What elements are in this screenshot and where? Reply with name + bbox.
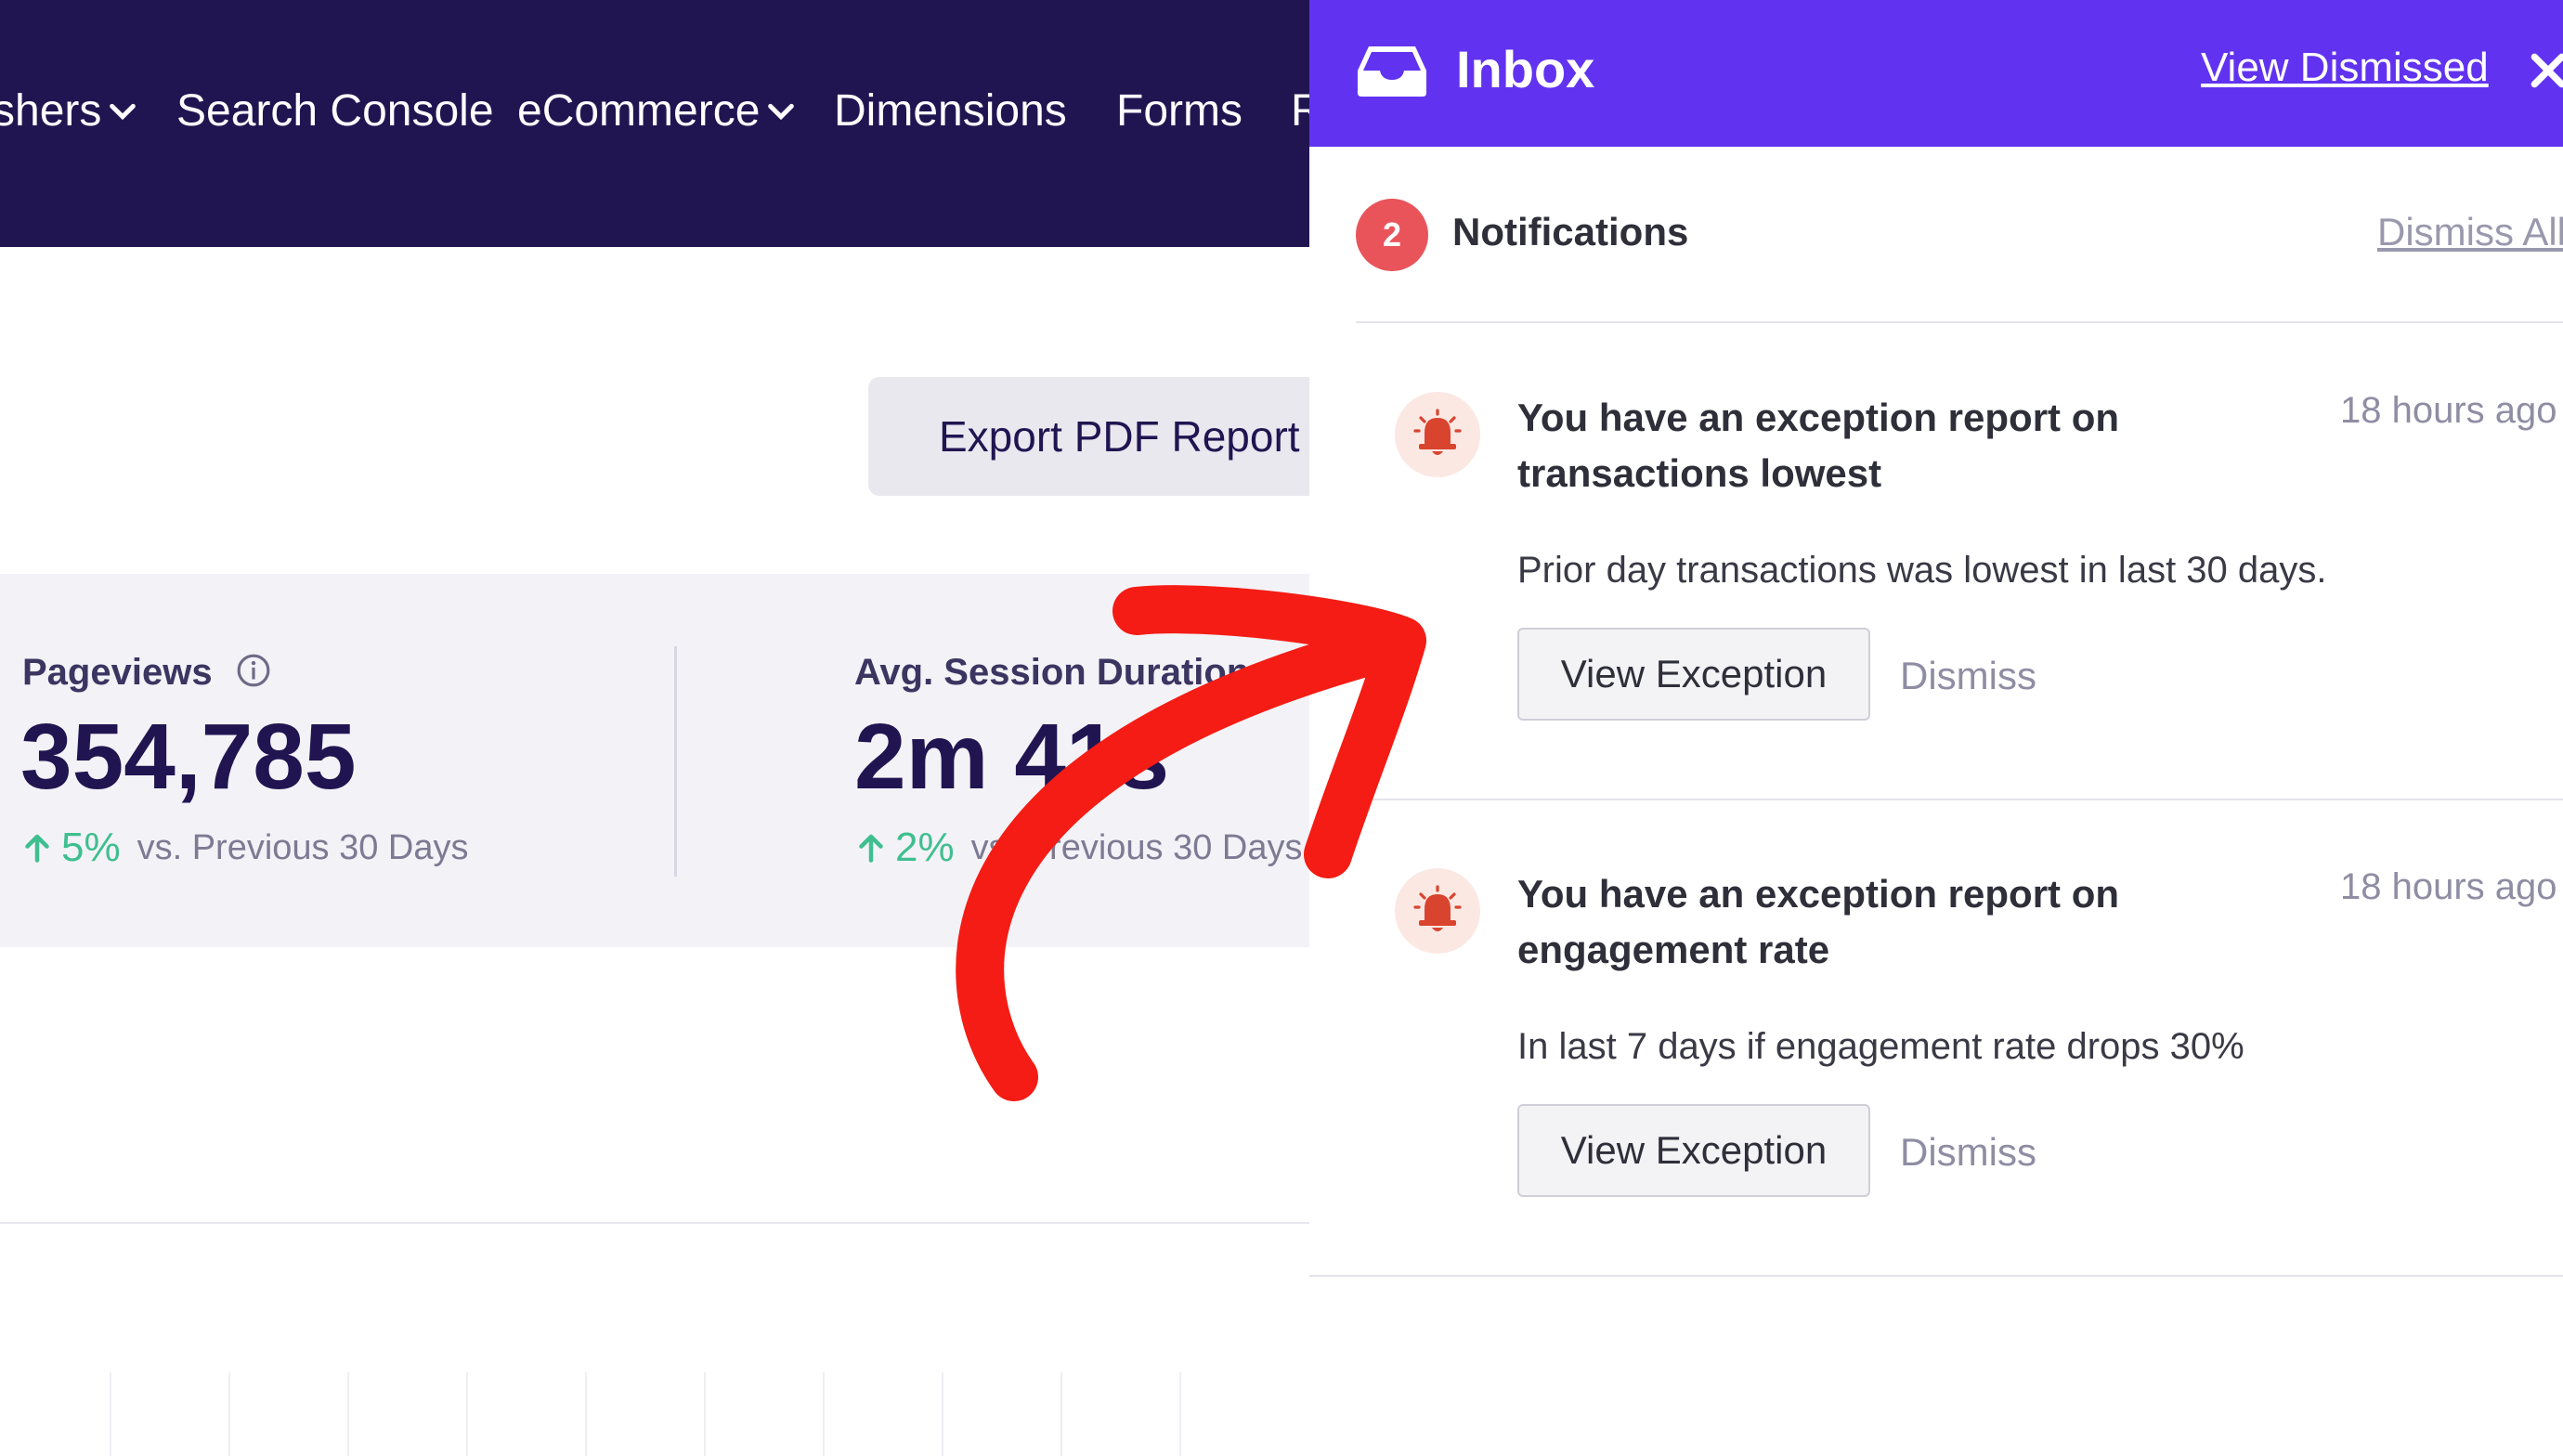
bell-alert-icon	[1413, 409, 1462, 455]
chart-gridline	[110, 1372, 111, 1456]
notifications-header: 2 Notifications Dismiss All	[1356, 199, 2563, 273]
chart-gridline	[823, 1372, 825, 1456]
stats-overview: Pageviews 354,785 5% vs. Previous 30 Day…	[0, 574, 1309, 947]
nav-item-label: Search Console	[176, 86, 494, 136]
dismiss-link[interactable]: Dismiss	[1900, 654, 2036, 698]
chevron-down-icon	[768, 103, 795, 121]
chart-gridline	[228, 1372, 230, 1456]
stat-label-text: Avg. Session Duration	[854, 652, 1250, 693]
chart-gridline	[347, 1372, 349, 1456]
notification-item: You have an exception report on transact…	[1309, 334, 2563, 808]
arrow-up-icon	[859, 834, 883, 863]
nav-item-truncated[interactable]: R	[1291, 78, 1309, 145]
nav-item-publishers[interactable]: shers	[0, 78, 138, 145]
nav-item-search-console[interactable]: Search Console	[176, 78, 494, 145]
inbox-panel: Inbox View Dismissed 2 Notifications Dis…	[1309, 0, 2563, 1456]
notification-body: Prior day transactions was lowest in las…	[1517, 550, 2327, 591]
bell-icon-wrapper	[1395, 868, 1480, 954]
nav-item-label: eCommerce	[517, 86, 761, 136]
chart-gridline	[585, 1372, 587, 1456]
close-icon[interactable]	[2528, 50, 2563, 91]
view-dismissed-link[interactable]: View Dismissed	[2201, 45, 2489, 91]
comparison-text: vs. Previous 30 Days	[970, 827, 1303, 867]
change-percent: 5%	[61, 825, 121, 870]
chart-gridline	[466, 1372, 468, 1456]
divider	[1309, 1275, 2563, 1277]
notification-count-badge: 2	[1356, 199, 1428, 271]
stat-change-avg-session: 2% vs. Previous 30 Days	[854, 825, 1303, 871]
export-pdf-report-button[interactable]: Export PDF Report	[868, 377, 1333, 496]
notifications-label: Notifications	[1452, 210, 1689, 254]
dismiss-all-link[interactable]: Dismiss All	[2377, 210, 2563, 254]
nav-item-ecommerce[interactable]: eCommerce	[517, 78, 797, 145]
comparison-text: vs. Previous 30 Days	[137, 827, 469, 867]
chart-gridline	[942, 1372, 943, 1456]
top-navigation: shers Search Console eCommerce Dimension…	[0, 0, 1309, 247]
chart-gridline	[1060, 1372, 1062, 1456]
inbox-header: Inbox View Dismissed	[1309, 0, 2563, 147]
stat-value-avg-session: 2m 41s	[854, 705, 1170, 809]
nav-item-label: R	[1291, 86, 1309, 136]
section-divider	[0, 1222, 1309, 1224]
notification-title: You have an exception report on transact…	[1517, 396, 2120, 495]
stat-label-avg-session: Avg. Session Duration	[854, 652, 1249, 694]
divider	[1356, 799, 2563, 800]
view-exception-button[interactable]: View Exception	[1517, 1104, 1870, 1197]
nav-item-label: Forms	[1116, 86, 1242, 136]
nav-item-forms[interactable]: Forms	[1116, 78, 1242, 145]
notification-body: In last 7 days if engagement rate drops …	[1517, 1026, 2244, 1067]
nav-item-dimensions[interactable]: Dimensions	[834, 78, 1067, 145]
view-exception-button[interactable]: View Exception	[1517, 628, 1870, 721]
inbox-tray-icon	[1358, 46, 1426, 97]
bell-alert-icon	[1413, 885, 1462, 931]
notification-item: You have an exception report on engageme…	[1309, 811, 2563, 1284]
chevron-down-icon	[110, 103, 137, 121]
notification-time: 18 hours ago	[2340, 390, 2557, 431]
stat-label-pageviews: Pageviews	[22, 652, 271, 694]
divider	[674, 646, 677, 877]
nav-item-label: shers	[0, 86, 102, 136]
info-icon[interactable]	[236, 653, 271, 688]
stat-value-pageviews: 354,785	[20, 705, 357, 809]
notification-time: 18 hours ago	[2340, 866, 2557, 907]
stat-label-text: Pageviews	[22, 652, 213, 693]
stat-change-pageviews: 5% vs. Previous 30 Days	[20, 825, 469, 871]
nav-item-label: Dimensions	[834, 86, 1067, 136]
chart-gridline	[1179, 1372, 1181, 1456]
bell-icon-wrapper	[1395, 392, 1480, 477]
notification-title: You have an exception report on engageme…	[1517, 872, 2120, 971]
dismiss-link[interactable]: Dismiss	[1900, 1130, 2036, 1175]
change-percent: 2%	[895, 825, 955, 870]
divider	[1356, 321, 2563, 323]
arrow-up-icon	[25, 834, 49, 863]
inbox-title: Inbox	[1456, 40, 1595, 98]
chart-gridline	[704, 1372, 706, 1456]
